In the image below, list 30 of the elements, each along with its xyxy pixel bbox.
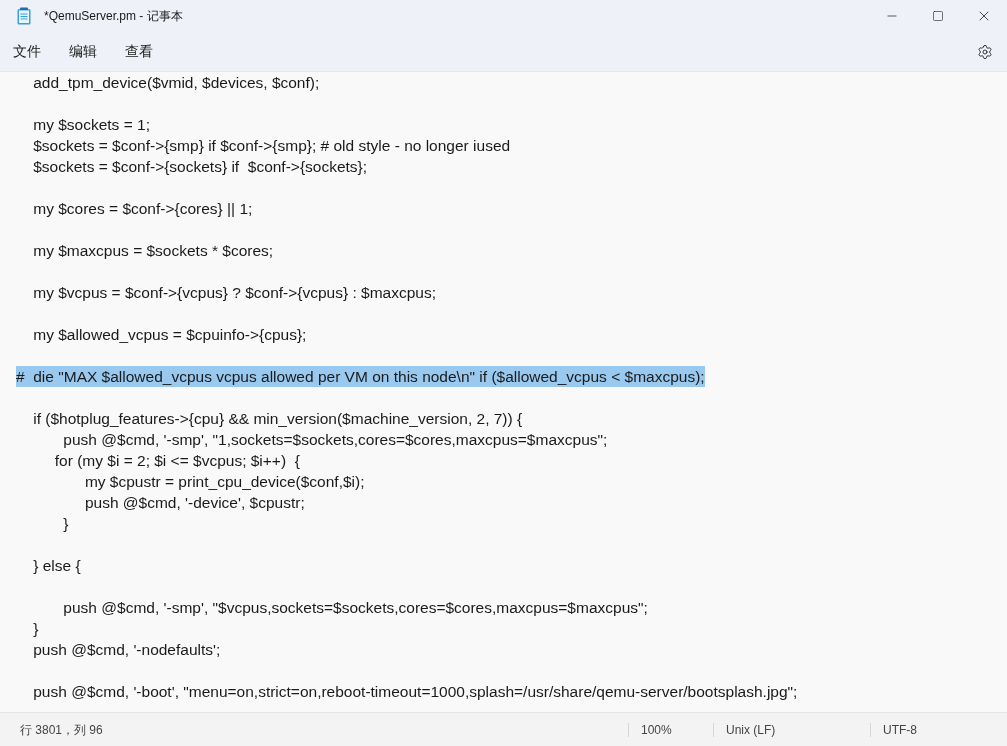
code-line: } else {	[32, 556, 81, 576]
code-line: $sockets = $conf->{smp} if $conf->{smp}; # old style - no longer iused	[32, 136, 511, 156]
code-line: my $vcpus = $conf->{vcpus} ? $conf->{vcpus} : $maxcpus;	[32, 283, 437, 303]
code-line: add_tpm_device($vmid, $devices, $conf);	[32, 73, 320, 93]
menu-item[interactable]: 编辑	[60, 35, 106, 68]
code-line: $sockets = $conf->{sockets} if $conf->{sockets};	[32, 157, 368, 177]
code-line: my $cores = $conf->{cores} || 1;	[32, 199, 253, 219]
code-line: push @$cmd, '-boot', "menu=on,strict=on,reboot-timeout=1000,splash=/usr/share/qemu-server/bootsplash.jpg";	[32, 682, 798, 702]
maximize-icon	[932, 10, 944, 22]
code-line: push @$cmd, '-smp', "$vcpus,sockets=$sockets,cores=$cores,maxcpus=$maxcpus";	[62, 598, 648, 618]
menu-item[interactable]: 文件	[4, 35, 50, 68]
window-title: *QemuServer.pm - 记事本	[44, 8, 184, 25]
code-line: my $cpustr = print_cpu_device($conf,$i);	[83, 472, 365, 492]
menu-item[interactable]: 查看	[116, 35, 162, 68]
line-ending: Unix (LF)	[725, 721, 777, 739]
code-line: }	[62, 514, 69, 534]
notepad-icon	[17, 7, 31, 25]
code-line: push @$cmd, '-nodefaults';	[32, 640, 221, 660]
code-line: my $sockets = 1;	[32, 115, 150, 135]
code-line: push @$cmd, '-smp', "1,sockets=$sockets,cores=$cores,maxcpus=$maxcpus";	[62, 430, 608, 450]
code-line: my $maxcpus = $sockets * $cores;	[32, 241, 274, 261]
code-line: my $allowed_vcpus = $cpuinfo->{cpus};	[32, 325, 307, 345]
code-line: }	[32, 619, 39, 639]
settings-icon	[977, 43, 993, 60]
code-line: push @$cmd, '-device', $cpustr;	[83, 493, 305, 513]
zoom-level: 100%	[640, 721, 673, 739]
code-line: if ($hotplug_features->{cpu} && min_version($machine_version, 2, 7)) {	[32, 409, 523, 429]
code-line: for (my $i = 2; $i <= $vcpus; $i++) {	[53, 451, 300, 471]
encoding: UTF-8	[882, 721, 917, 739]
cursor-position: 行 3801，列 96	[19, 721, 104, 739]
